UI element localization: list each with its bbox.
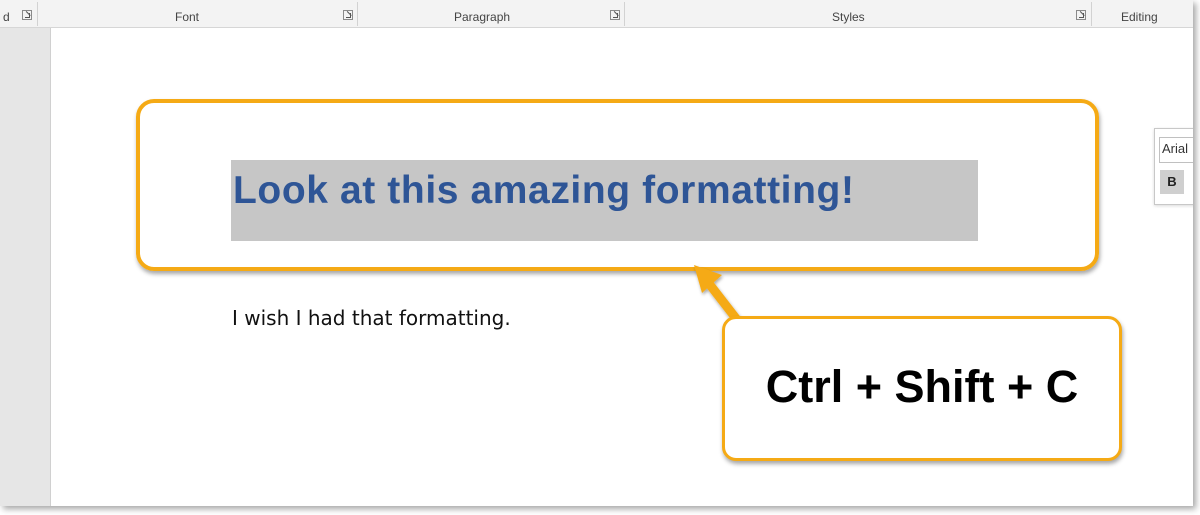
ribbon-group-clipboard-label: d <box>3 10 10 24</box>
shortcut-callout-text: Ctrl + Shift + C <box>765 361 1079 412</box>
mini-toolbar-font-box[interactable]: Arial <box>1159 137 1193 163</box>
clipboard-dialog-launcher-icon[interactable] <box>22 10 32 20</box>
mini-toolbar-bold-button[interactable]: B <box>1160 170 1184 194</box>
left-page-margin <box>0 28 51 506</box>
ribbon-group-paragraph-label: Paragraph <box>454 10 511 24</box>
word-window: d Font Paragraph Styles Editing Look at … <box>0 0 1193 506</box>
annotation-highlight-box <box>136 99 1099 271</box>
ribbon-group-labels: d Font Paragraph Styles Editing <box>0 0 1193 28</box>
floating-mini-toolbar: Arial B <box>1154 128 1193 205</box>
font-dialog-launcher-icon[interactable] <box>343 10 353 20</box>
ribbon-separator <box>1091 2 1092 26</box>
ribbon-group-styles-label: Styles <box>832 10 865 24</box>
document-body-paragraph[interactable]: I wish I had that formatting. <box>232 304 511 332</box>
ribbon-group-font-label: Font <box>175 10 200 24</box>
shortcut-callout: Ctrl + Shift + C <box>722 316 1122 461</box>
ribbon-group-editing-label: Editing <box>1121 10 1158 24</box>
styles-dialog-launcher-icon[interactable] <box>1076 10 1086 20</box>
paragraph-dialog-launcher-icon[interactable] <box>610 10 620 20</box>
ribbon-separator <box>624 2 625 26</box>
ribbon-separator <box>357 2 358 26</box>
ribbon-separator <box>37 2 38 26</box>
